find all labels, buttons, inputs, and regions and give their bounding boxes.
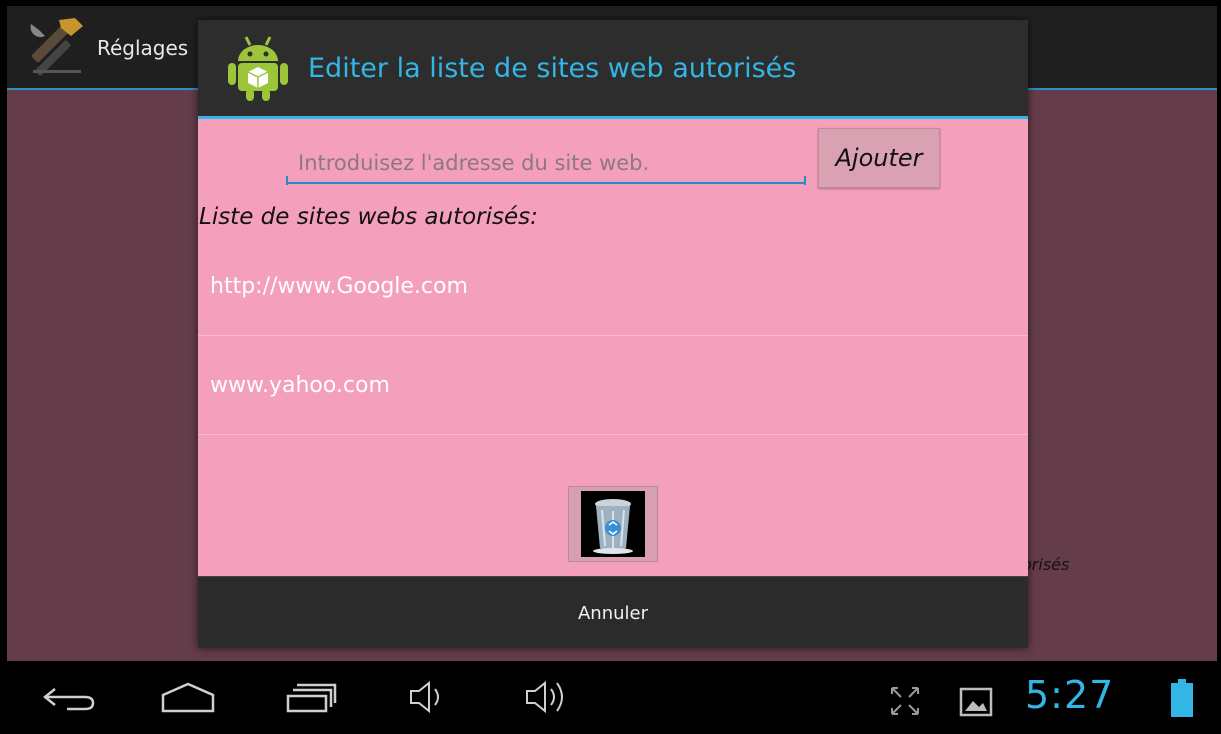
edit-sites-dialog: Editer la liste de sites web autorisés A… — [198, 20, 1028, 648]
dialog-title: Editer la liste de sites web autorisés — [308, 53, 797, 84]
volume-up-icon[interactable] — [523, 675, 575, 719]
dialog-header-divider — [198, 116, 1028, 119]
add-site-button[interactable]: Ajouter — [818, 128, 940, 188]
dialog-footer: Annuler — [198, 576, 1028, 648]
settings-tools-icon[interactable] — [25, 14, 89, 78]
app-title: Réglages — [97, 36, 189, 60]
battery-icon — [1171, 679, 1193, 717]
site-url-input[interactable] — [286, 144, 806, 184]
site-list-item[interactable]: http://www.Google.com — [198, 238, 1028, 336]
screenshot-icon[interactable] — [959, 687, 993, 717]
cancel-button[interactable]: Annuler — [198, 577, 1028, 649]
screen: Réglages orisés Editer la liste de sites… — [7, 6, 1217, 732]
system-navigation-bar: 5:27 — [7, 661, 1217, 732]
android-icon — [228, 36, 288, 101]
dialog-header: Editer la liste de sites web autorisés — [198, 20, 1028, 116]
trash-bin-icon — [581, 491, 645, 557]
fullscreen-icon[interactable] — [889, 685, 921, 717]
back-icon[interactable] — [41, 683, 97, 713]
background-label: orisés — [1022, 555, 1070, 574]
recent-apps-icon[interactable] — [285, 681, 339, 715]
sites-list-heading: Liste de sites webs autorisés: — [199, 204, 538, 230]
input-right-tick — [804, 176, 806, 185]
site-list-item[interactable]: www.yahoo.com — [198, 337, 1028, 435]
volume-down-icon[interactable] — [407, 679, 447, 715]
home-icon[interactable] — [159, 681, 217, 715]
input-left-tick — [286, 176, 288, 185]
status-clock: 5:27 — [1025, 673, 1115, 717]
delete-site-button[interactable] — [568, 486, 658, 562]
